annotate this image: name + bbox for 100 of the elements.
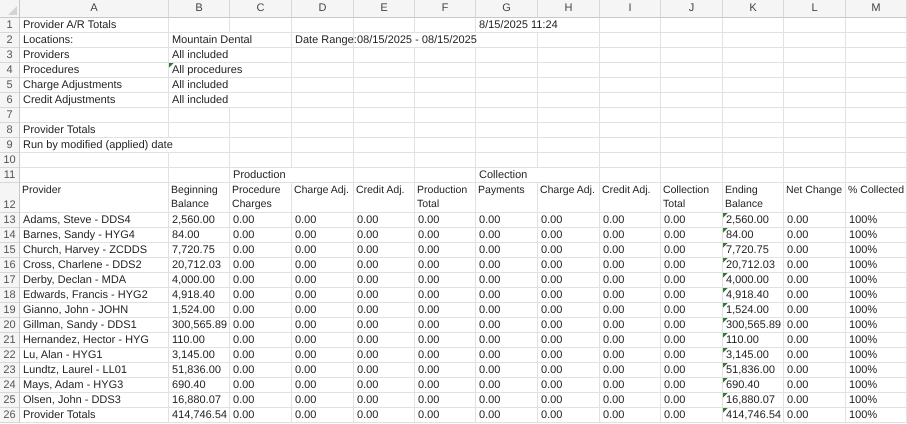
row-header[interactable]: 1	[0, 18, 20, 33]
column-header[interactable]: D	[292, 0, 354, 18]
row-header[interactable]: 10	[0, 153, 20, 168]
table-cell: 0.00	[354, 258, 415, 273]
column-header[interactable]: I	[600, 0, 661, 18]
row-header[interactable]: 4	[0, 63, 20, 78]
table-cell	[600, 78, 661, 93]
table-cell: 0.00	[476, 273, 538, 288]
table-cell	[600, 153, 661, 168]
table-cell: Lu, Alan - HYG1	[20, 348, 169, 363]
column-header[interactable]: B	[169, 0, 230, 18]
row-header[interactable]: 22	[0, 348, 20, 363]
column-header[interactable]: H	[538, 0, 600, 18]
table-cell	[354, 138, 415, 153]
row-header[interactable]: 16	[0, 258, 20, 273]
table-cell: 0.00	[538, 228, 600, 243]
table-cell: 0.00	[230, 288, 292, 303]
table-cell	[538, 33, 600, 48]
table-cell: Providers	[20, 48, 169, 63]
column-header[interactable]: J	[661, 0, 723, 18]
table-cell: Credit Adjustments	[20, 93, 169, 108]
table-cell	[415, 138, 476, 153]
column-header[interactable]: G	[476, 0, 538, 18]
row-header[interactable]: 18	[0, 288, 20, 303]
table-cell: 0.00	[292, 393, 354, 408]
table-cell: Edwards, Francis - HYG2	[20, 288, 169, 303]
row-header[interactable]: 9	[0, 138, 20, 153]
table-cell	[846, 153, 907, 168]
table-cell: Provider Totals	[20, 408, 169, 423]
table-cell: 0.00	[661, 378, 723, 393]
row-header[interactable]: 25	[0, 393, 20, 408]
table-cell	[292, 138, 354, 153]
row-header[interactable]: 21	[0, 333, 20, 348]
table-cell: Procedure Charges	[230, 183, 292, 213]
table-cell: 690.40	[169, 378, 230, 393]
table-cell: 0.00	[354, 393, 415, 408]
table-cell: 3,145.00	[169, 348, 230, 363]
row-header[interactable]: 26	[0, 408, 20, 423]
table-cell: 0.00	[600, 333, 661, 348]
table-cell: 0.00	[292, 258, 354, 273]
table-cell: 0.00	[476, 318, 538, 333]
table-cell: All procedures	[169, 63, 292, 78]
table-cell: 0.00	[415, 243, 476, 258]
table-cell	[292, 63, 354, 78]
table-cell: 0.00	[230, 408, 292, 423]
row-header[interactable]: 7	[0, 108, 20, 123]
table-cell	[600, 93, 661, 108]
table-cell: 0.00	[230, 333, 292, 348]
table-cell	[476, 123, 538, 138]
table-cell: 0.00	[354, 288, 415, 303]
table-cell: 3,145.00	[723, 348, 784, 363]
table-cell: Provider A/R Totals	[20, 18, 169, 33]
table-cell: 0.00	[230, 213, 292, 228]
table-cell	[661, 108, 723, 123]
table-cell: 110.00	[723, 333, 784, 348]
column-header[interactable]: A	[20, 0, 169, 18]
table-cell	[415, 93, 476, 108]
row-header[interactable]: 6	[0, 93, 20, 108]
column-header[interactable]: F	[415, 0, 476, 18]
column-header[interactable]: C	[230, 0, 292, 18]
table-cell: Derby, Declan - MDA	[20, 273, 169, 288]
table-cell: 0.00	[415, 288, 476, 303]
table-cell: 0.00	[354, 408, 415, 423]
table-cell	[723, 138, 784, 153]
table-cell: 0.00	[661, 348, 723, 363]
table-cell: 0.00	[661, 363, 723, 378]
table-cell: Church, Harvey - ZCDDS	[20, 243, 169, 258]
row-header[interactable]: 5	[0, 78, 20, 93]
table-cell	[784, 168, 846, 183]
row-header[interactable]: 15	[0, 243, 20, 258]
row-header[interactable]: 8	[0, 123, 20, 138]
table-cell	[723, 123, 784, 138]
table-cell: 100%	[846, 363, 907, 378]
table-cell: 0.00	[230, 243, 292, 258]
table-cell	[169, 18, 230, 33]
row-header[interactable]: 13	[0, 213, 20, 228]
row-header[interactable]: 2	[0, 33, 20, 48]
table-cell: 0.00	[538, 363, 600, 378]
column-header[interactable]: K	[723, 0, 784, 18]
column-header[interactable]: L	[784, 0, 846, 18]
table-cell: Lundtz, Laurel - LL01	[20, 363, 169, 378]
row-header[interactable]: 14	[0, 228, 20, 243]
row-header[interactable]: 19	[0, 303, 20, 318]
table-cell	[846, 108, 907, 123]
table-cell: Collection	[476, 168, 600, 183]
column-header[interactable]: M	[846, 0, 907, 18]
table-cell: 0.00	[784, 333, 846, 348]
table-cell	[169, 108, 230, 123]
column-header[interactable]: E	[354, 0, 415, 18]
row-header[interactable]: 12	[0, 183, 20, 213]
row-header[interactable]: 20	[0, 318, 20, 333]
row-header[interactable]: 17	[0, 273, 20, 288]
row-header[interactable]: 11	[0, 168, 20, 183]
table-cell: 110.00	[169, 333, 230, 348]
row-header[interactable]: 24	[0, 378, 20, 393]
table-cell: 20,712.03	[169, 258, 230, 273]
table-cell: 300,565.89	[169, 318, 230, 333]
table-cell: 0.00	[661, 258, 723, 273]
row-header[interactable]: 3	[0, 48, 20, 63]
row-header[interactable]: 23	[0, 363, 20, 378]
